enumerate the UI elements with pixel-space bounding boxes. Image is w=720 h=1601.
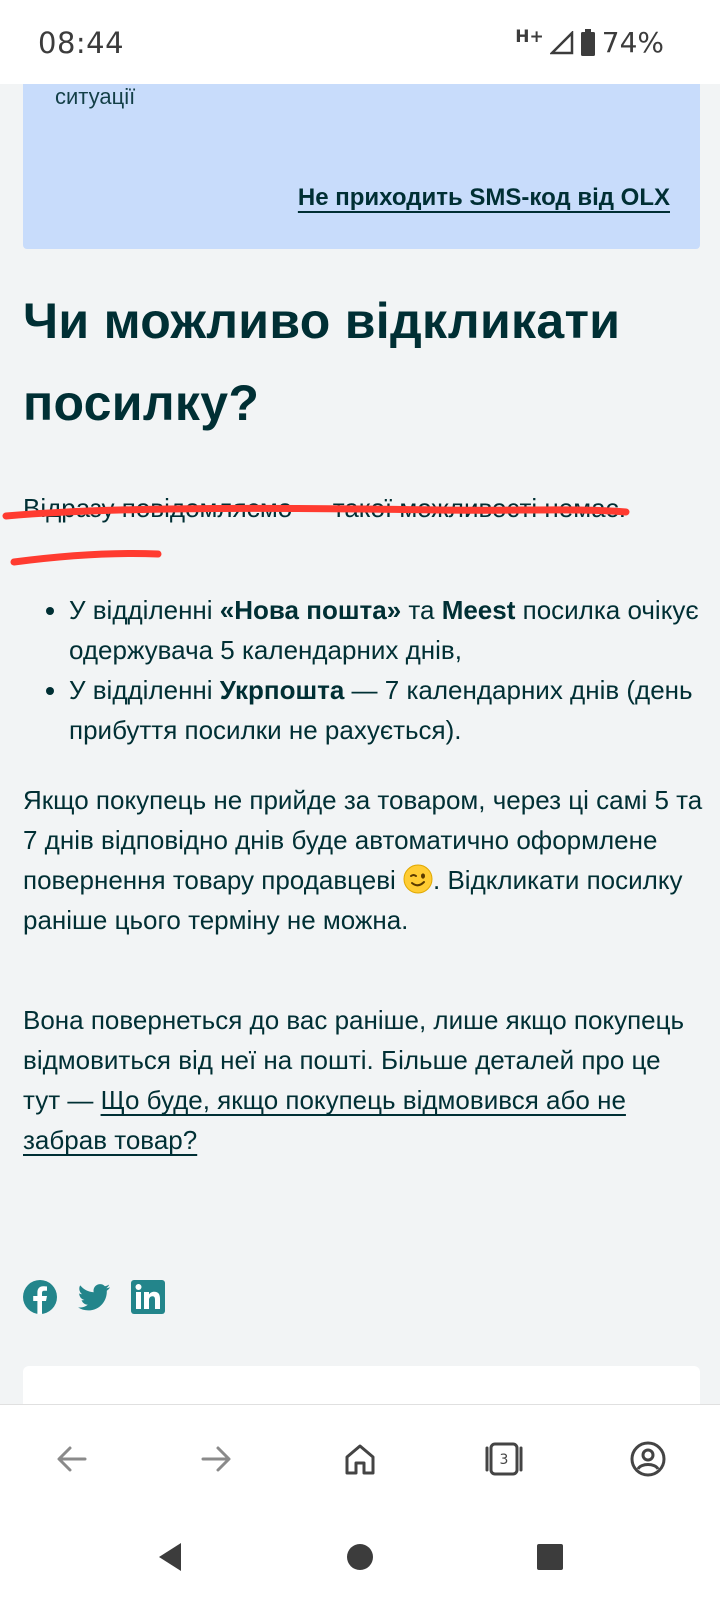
list-item: У відділенні «Нова пошта» та Meest посил…: [23, 590, 703, 670]
share-buttons: [23, 1280, 165, 1314]
status-icons: H+ 74%: [515, 26, 664, 59]
related-articles-box: ситуації Не приходить SMS-код від OLX: [23, 84, 700, 249]
return-paragraph: Якщо покупець не прийде за товаром, чере…: [23, 785, 703, 935]
article-content[interactable]: ситуації Не приходить SMS-код від OLX Чи…: [0, 84, 720, 1404]
back-arrow-icon: [57, 1446, 87, 1471]
browser-toolbar: 3: [0, 1404, 720, 1512]
tabs-count: 3: [500, 1452, 509, 1468]
related-text: ситуації: [55, 84, 136, 109]
triangle-back-icon: [159, 1542, 181, 1571]
nav-recents-button[interactable]: [520, 1527, 580, 1587]
forward-button[interactable]: [180, 1423, 252, 1495]
back-button[interactable]: [36, 1423, 108, 1495]
facebook-icon[interactable]: [23, 1280, 57, 1314]
refusal-paragraph: Вона повернеться до вас раніше, лише якщ…: [23, 1005, 685, 1155]
circle-home-icon: [347, 1543, 373, 1570]
system-nav-bar: [0, 1512, 720, 1601]
delivery-terms-list: У відділенні «Нова пошта» та Meest посил…: [23, 590, 703, 750]
twitter-icon[interactable]: [77, 1280, 111, 1314]
signal-icon: [549, 30, 574, 54]
nav-back-button[interactable]: [140, 1527, 200, 1587]
home-icon: [345, 1444, 375, 1474]
status-time: 08:44: [38, 26, 125, 60]
nav-home-button[interactable]: [330, 1527, 390, 1587]
account-button[interactable]: [612, 1423, 684, 1495]
forward-arrow-icon: [201, 1446, 231, 1471]
feedback-card: [23, 1366, 700, 1404]
page-title: Чи можливо відкликати посилку?: [23, 293, 621, 431]
linkedin-icon[interactable]: [131, 1280, 165, 1314]
winking-face-icon: [403, 864, 433, 894]
tabs-icon: 3: [485, 1442, 523, 1475]
account-icon: [630, 1441, 666, 1476]
home-button[interactable]: [324, 1423, 396, 1495]
network-type: H+: [515, 26, 544, 47]
status-bar: 08:44 H+ 74%: [0, 0, 720, 84]
intro-paragraph: Відразу повідомляємо — такої можливості …: [23, 493, 627, 523]
sms-code-link[interactable]: Не приходить SMS-код від OLX: [298, 184, 670, 212]
battery-icon: [580, 28, 595, 56]
square-recents-icon: [537, 1543, 563, 1570]
tabs-button[interactable]: 3: [468, 1423, 540, 1495]
battery-percent: 74%: [601, 26, 664, 59]
refusal-article-link[interactable]: Що буде, якщо покупець відмовився або не…: [23, 1085, 626, 1155]
list-item: У відділенні Укрпошта — 7 календарних дн…: [23, 670, 703, 750]
